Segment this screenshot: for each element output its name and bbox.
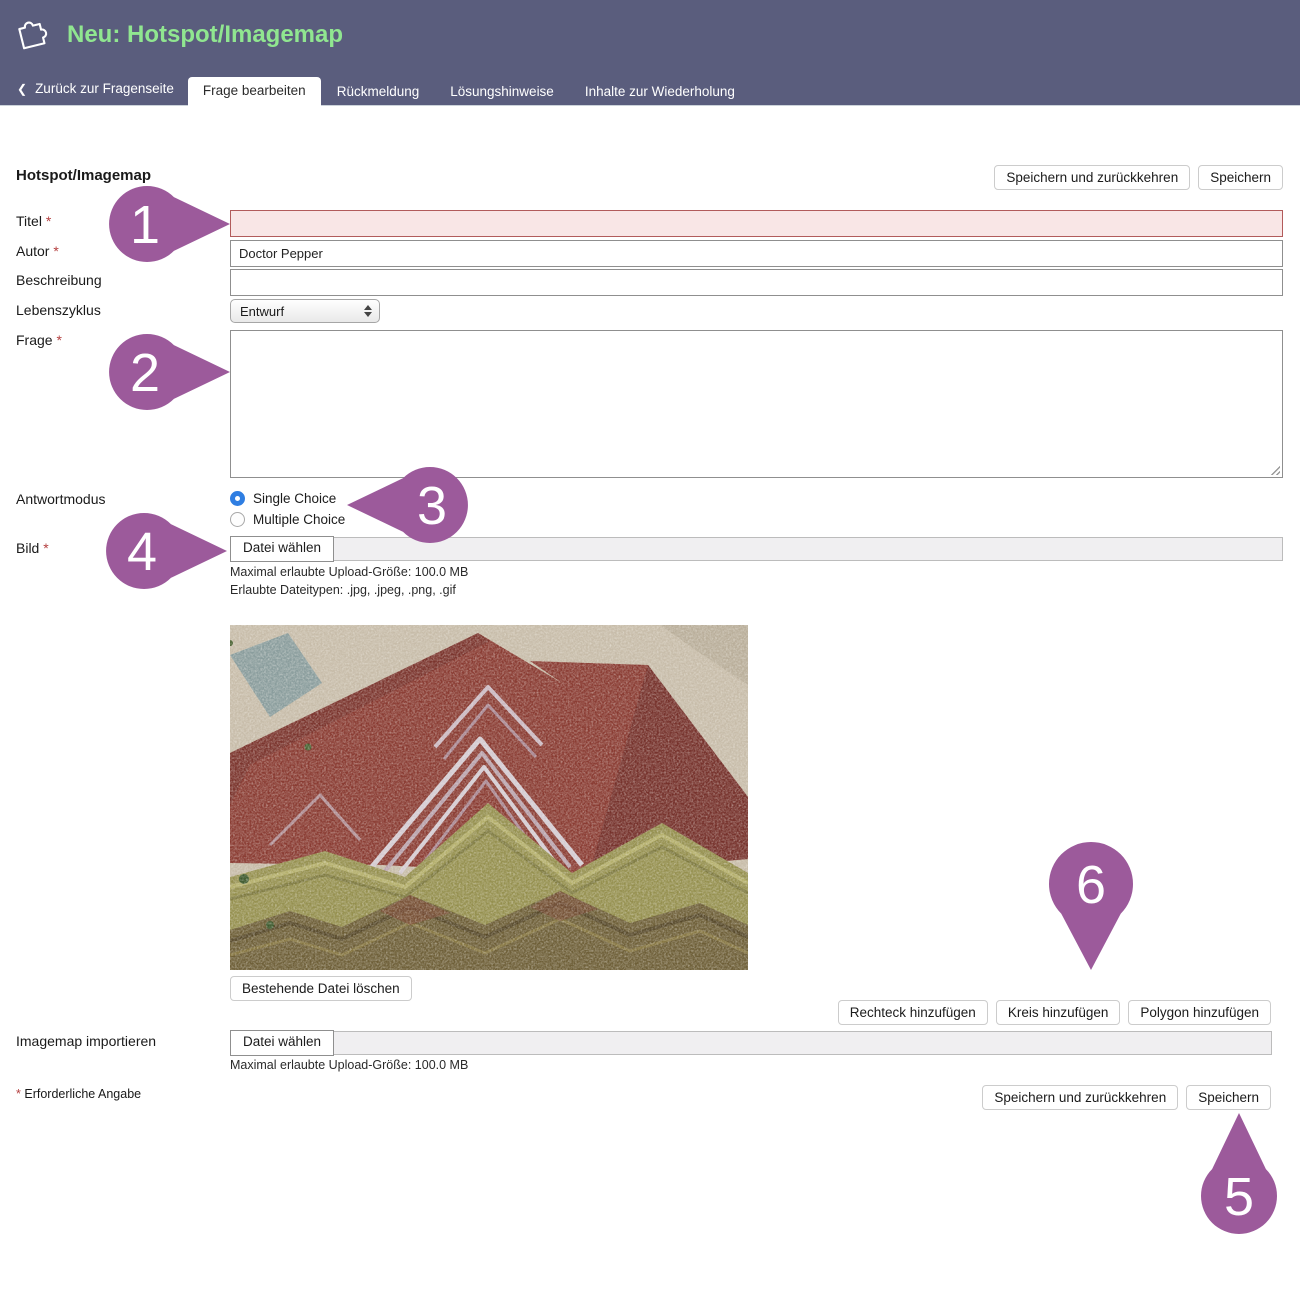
radio-single-choice[interactable]: Single Choice (230, 491, 336, 506)
autor-label: Autor * (16, 243, 59, 259)
svg-text:1: 1 (130, 195, 160, 255)
save-return-button-top[interactable]: Speichern und zurückkehren (994, 165, 1190, 190)
bild-filetypes-note: Erlaubte Dateitypen: .jpg, .jpeg, .png, … (230, 583, 456, 597)
radio-multiple-choice[interactable]: Multiple Choice (230, 512, 345, 527)
beschreibung-label: Beschreibung (16, 272, 102, 288)
radio-unselected-icon[interactable] (230, 512, 245, 527)
annotation-marker-5: 5 (1199, 1112, 1279, 1237)
annotation-marker-6: 6 (1049, 840, 1133, 971)
radio-selected-icon[interactable] (230, 491, 245, 506)
resize-handle-icon[interactable] (1269, 464, 1280, 475)
imagemap-import-label: Imagemap importieren (16, 1033, 156, 1049)
required-asterisk: * (53, 243, 58, 259)
required-asterisk: * (43, 540, 48, 556)
bild-filename-field[interactable] (334, 537, 1283, 561)
save-button-bottom[interactable]: Speichern (1186, 1085, 1271, 1110)
titel-label: Titel * (16, 213, 51, 229)
radio-multiple-choice-label: Multiple Choice (253, 512, 345, 527)
frage-label: Frage * (16, 332, 62, 348)
radio-single-choice-label: Single Choice (253, 491, 336, 506)
required-asterisk: * (56, 332, 61, 348)
lebenszyklus-select[interactable]: Entwurf (230, 299, 380, 323)
puzzle-icon (14, 14, 54, 56)
lebenszyklus-selected-value: Entwurf (240, 304, 284, 319)
svg-text:2: 2 (130, 343, 160, 403)
select-stepper-icon (364, 305, 372, 317)
app-header: Neu: Hotspot/Imagemap (0, 0, 1300, 70)
svg-text:4: 4 (127, 522, 157, 582)
autor-input[interactable] (230, 240, 1283, 267)
shape-add-buttons: Rechteck hinzufügen Kreis hinzufügen Pol… (838, 1000, 1271, 1025)
imagemap-file-input: Datei wählen (230, 1030, 1272, 1056)
page-title: Neu: Hotspot/Imagemap (67, 21, 343, 49)
titel-input[interactable] (230, 210, 1283, 237)
tab-frage-bearbeiten[interactable]: Frage bearbeiten (188, 77, 321, 106)
save-button-top[interactable]: Speichern (1198, 165, 1283, 190)
save-return-button-bottom[interactable]: Speichern und zurückkehren (982, 1085, 1178, 1110)
tab-inhalte-wiederholung[interactable]: Inhalte zur Wiederholung (570, 78, 750, 105)
delete-existing-file-button[interactable]: Bestehende Datei löschen (230, 976, 412, 1001)
beschreibung-input[interactable] (230, 269, 1283, 296)
tab-bar: ❮ Zurück zur Fragenseite Frage bearbeite… (0, 70, 1300, 106)
bild-label: Bild * (16, 540, 49, 556)
hotspot-image[interactable] (230, 625, 748, 970)
tab-loesungshinweise[interactable]: Lösungshinweise (435, 78, 569, 105)
tab-rueckmeldung[interactable]: Rückmeldung (322, 78, 435, 105)
svg-text:5: 5 (1224, 1167, 1254, 1227)
back-to-questions-link[interactable]: ❮ Zurück zur Fragenseite (17, 81, 174, 96)
frage-textarea[interactable] (230, 330, 1283, 478)
imagemap-choose-file-button[interactable]: Datei wählen (230, 1030, 334, 1056)
chevron-left-icon: ❮ (17, 82, 27, 96)
add-rectangle-button[interactable]: Rechteck hinzufügen (838, 1000, 988, 1025)
form-heading: Hotspot/Imagemap (16, 167, 151, 184)
back-link-label: Zurück zur Fragenseite (35, 81, 174, 96)
top-action-buttons: Speichern und zurückkehren Speichern (994, 165, 1283, 190)
svg-text:3: 3 (417, 476, 447, 536)
required-asterisk: * (46, 213, 51, 229)
annotation-marker-2: 2 (107, 332, 232, 412)
bild-choose-file-button[interactable]: Datei wählen (230, 536, 334, 562)
svg-text:6: 6 (1076, 855, 1106, 915)
imagemap-filename-field[interactable] (334, 1031, 1272, 1055)
bottom-action-buttons: Speichern und zurückkehren Speichern (982, 1085, 1271, 1110)
bild-maxsize-note: Maximal erlaubte Upload-Größe: 100.0 MB (230, 565, 468, 579)
required-note: * Erforderliche Angabe (16, 1087, 141, 1101)
lebenszyklus-label: Lebenszyklus (16, 302, 101, 318)
annotation-marker-4: 4 (104, 511, 229, 591)
add-polygon-button[interactable]: Polygon hinzufügen (1128, 1000, 1271, 1025)
add-circle-button[interactable]: Kreis hinzufügen (996, 1000, 1121, 1025)
antwortmodus-label: Antwortmodus (16, 491, 105, 507)
imagemap-maxsize-note: Maximal erlaubte Upload-Größe: 100.0 MB (230, 1058, 468, 1072)
annotation-marker-1: 1 (107, 184, 232, 264)
bild-file-input: Datei wählen (230, 536, 1283, 562)
question-edit-page: Neu: Hotspot/Imagemap ❮ Zurück zur Frage… (0, 0, 1300, 1300)
